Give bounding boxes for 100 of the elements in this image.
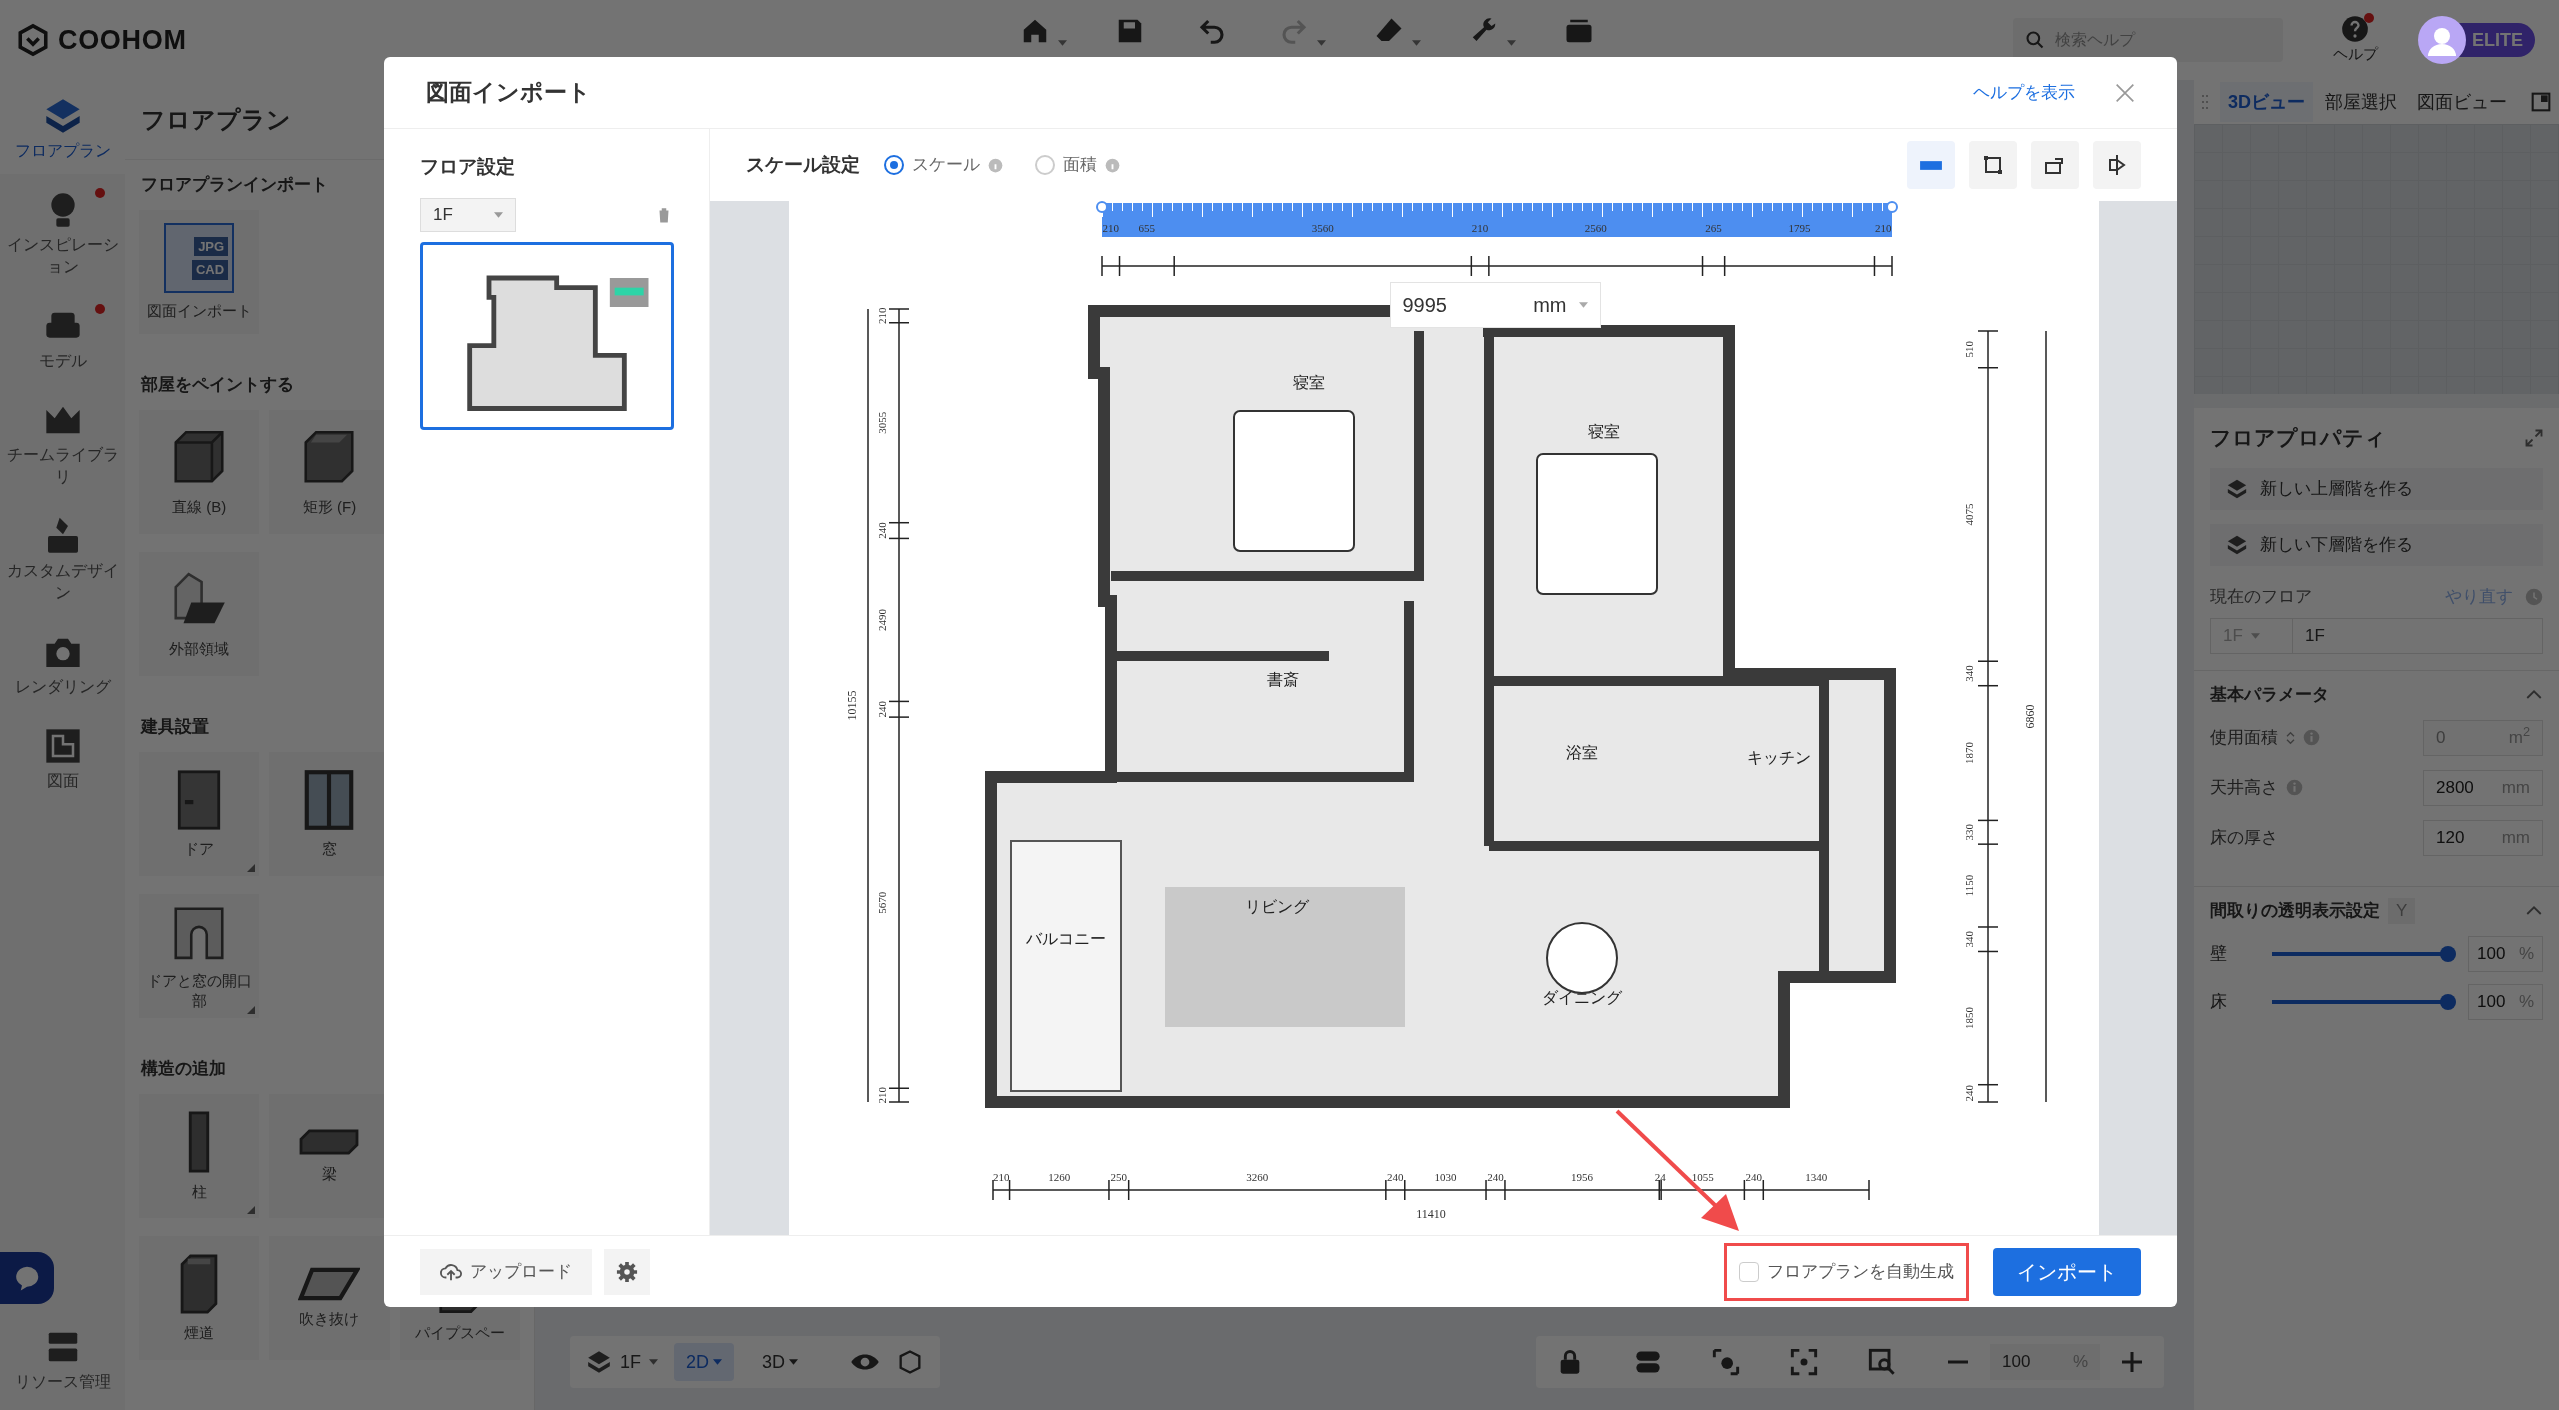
add-floor-button[interactable]: 新しい下層階を作る bbox=[2210, 524, 2543, 566]
focus-frame-icon[interactable] bbox=[1790, 1348, 1818, 1376]
zoom-frame-icon[interactable] bbox=[1868, 1348, 1896, 1376]
auto-generate-checkbox[interactable]: フロアプランを自動生成 bbox=[1739, 1258, 1954, 1285]
tool-tile[interactable]: 柱 bbox=[139, 1094, 260, 1218]
view-mode-tab[interactable]: 2D bbox=[674, 1343, 735, 1381]
avatar-silhouette-icon bbox=[2418, 16, 2466, 64]
nav-item[interactable]: リソース管理 bbox=[0, 1328, 125, 1410]
import-button[interactable]: インポート bbox=[1993, 1247, 2141, 1296]
dimension-label: 1260 bbox=[1047, 1171, 1070, 1183]
dimension-label: 4075 bbox=[1962, 503, 1975, 526]
section-heading: 構造の追加 bbox=[140, 1058, 227, 1081]
scale-ruler[interactable] bbox=[1095, 201, 1898, 237]
room-label: 寝室 bbox=[1292, 373, 1325, 392]
info-icon bbox=[988, 157, 1003, 173]
scale-tool-button[interactable] bbox=[2093, 141, 2141, 189]
dimension-label: 240 bbox=[1962, 1085, 1975, 1102]
caret-icon bbox=[789, 1359, 799, 1365]
tool-tile[interactable]: 煙道 bbox=[139, 1236, 260, 1360]
field-label: 壁 bbox=[2210, 942, 2228, 965]
view-tab[interactable]: 3Dビュー bbox=[2220, 82, 2313, 122]
field-label: 天井高さ bbox=[2210, 776, 2278, 799]
field-label: 現在のフロア bbox=[2210, 586, 2312, 608]
dimension-label: 10155 bbox=[844, 690, 859, 721]
nav-item[interactable]: 図面 bbox=[0, 710, 125, 804]
brand-logo: COOHOM bbox=[58, 23, 187, 57]
nav-item[interactable]: チームライブラリ bbox=[0, 384, 125, 500]
tool-tile[interactable]: ドア bbox=[139, 752, 260, 876]
dimension-label: 11410 bbox=[1415, 1207, 1446, 1221]
dimension-label: 1340 bbox=[1804, 1171, 1827, 1183]
caret-icon bbox=[494, 211, 503, 218]
add-floor-button[interactable]: 新しい上層階を作る bbox=[2210, 468, 2543, 510]
question-circle-icon bbox=[2341, 14, 2370, 43]
pillar-icon bbox=[187, 1110, 212, 1174]
floor-select[interactable]: 1F bbox=[420, 197, 516, 232]
slider-track[interactable] bbox=[2272, 945, 2456, 962]
dimension-label: 210 bbox=[1102, 222, 1119, 234]
scale-tool-button[interactable] bbox=[1969, 141, 2017, 189]
nav-item[interactable]: モデル bbox=[0, 290, 125, 384]
checkbox[interactable] bbox=[1739, 1261, 1759, 1282]
parallelogram-icon bbox=[298, 1267, 361, 1301]
drag-handle-icon bbox=[2202, 95, 2208, 109]
chat-bubble-button[interactable] bbox=[0, 1252, 54, 1304]
dimension-label: 210 bbox=[875, 307, 888, 325]
file-import-drawing: JPG CAD bbox=[164, 223, 235, 293]
settings-button[interactable] bbox=[604, 1248, 650, 1295]
slider-thumb[interactable] bbox=[2440, 993, 2456, 1010]
room-label: 書斎 bbox=[1266, 670, 1299, 689]
radio-button[interactable] bbox=[884, 155, 904, 175]
gear-frame-icon[interactable] bbox=[1712, 1348, 1740, 1376]
number-field[interactable]: 100 % bbox=[2468, 983, 2543, 1020]
field-label: 床 bbox=[2210, 990, 2228, 1013]
dimension-label: 3560 bbox=[1311, 222, 1334, 234]
nav-item[interactable]: カスタムデザイン bbox=[0, 500, 125, 616]
number-field[interactable]: 100 % bbox=[2468, 935, 2543, 972]
info-icon bbox=[1105, 157, 1120, 173]
expand-icon[interactable] bbox=[2525, 429, 2543, 447]
dimension-label: 655 bbox=[1138, 222, 1155, 234]
dimension-label: 265 bbox=[1704, 222, 1722, 234]
scale-tool-button[interactable] bbox=[2031, 141, 2079, 189]
section-heading: 建具設置 bbox=[139, 716, 210, 739]
dimension-label: 240 bbox=[1745, 1171, 1762, 1183]
close-icon[interactable] bbox=[2115, 82, 2135, 103]
panel-title: フロアプロパティ bbox=[2210, 425, 2386, 452]
slider-thumb[interactable] bbox=[2440, 945, 2456, 962]
nav-item[interactable]: レンダリング bbox=[0, 616, 125, 710]
window-restore-icon[interactable] bbox=[2531, 92, 2551, 112]
dimension-label: 1956 bbox=[1570, 1171, 1593, 1183]
field-label: 床の厚さ bbox=[2210, 826, 2278, 849]
zoom-field[interactable]: 100 % bbox=[1990, 1344, 2100, 1380]
caret-icon bbox=[649, 1359, 658, 1365]
dimension-label: 240 bbox=[1386, 1171, 1404, 1183]
view-mode-tab[interactable]: 3D bbox=[750, 1343, 811, 1381]
dimension-label: 240 bbox=[875, 522, 888, 539]
dimension-label: 240 bbox=[1486, 1171, 1504, 1183]
floor-dropdown[interactable]: 1F bbox=[586, 1348, 658, 1376]
radio-option[interactable]: スケール bbox=[884, 152, 1003, 178]
tool-tile[interactable]: JPG CAD 図面インポート bbox=[139, 210, 260, 334]
measure-field[interactable]: 9995 mm bbox=[1389, 282, 1601, 328]
nav-item[interactable]: インスピレーション bbox=[0, 174, 125, 290]
plus-icon[interactable] bbox=[2120, 1350, 2144, 1374]
dimension-label: 1055 bbox=[1691, 1171, 1714, 1183]
floor-plan-thumbnail[interactable] bbox=[420, 241, 674, 430]
dimension-label: 1795 bbox=[1788, 222, 1811, 234]
help-button[interactable]: ヘルプ bbox=[2333, 14, 2378, 66]
tool-tile[interactable]: 直線 (B) bbox=[139, 410, 260, 534]
dimension-label: 240 bbox=[875, 701, 888, 718]
upload-button[interactable]: アップロード bbox=[420, 1248, 592, 1295]
door-icon bbox=[176, 769, 223, 831]
view-tab[interactable]: 部屋選択 bbox=[2317, 82, 2405, 122]
nav-item[interactable]: フロアプラン bbox=[0, 80, 125, 174]
view-tab[interactable]: 図面ビュー bbox=[2409, 82, 2515, 122]
help-link[interactable]: ヘルプを表示 bbox=[1973, 79, 2075, 106]
radio-option[interactable]: 面積 bbox=[1035, 152, 1120, 178]
tool-tile[interactable]: 吹き抜け bbox=[269, 1236, 390, 1360]
hollow-column-icon bbox=[179, 1253, 220, 1315]
dimension-label: 5670 bbox=[875, 891, 888, 914]
tool-tile[interactable]: ドアと窓の開口部 bbox=[139, 894, 260, 1018]
tool-tile[interactable]: 外部領域 bbox=[139, 552, 260, 676]
slider-track[interactable] bbox=[2272, 993, 2456, 1010]
